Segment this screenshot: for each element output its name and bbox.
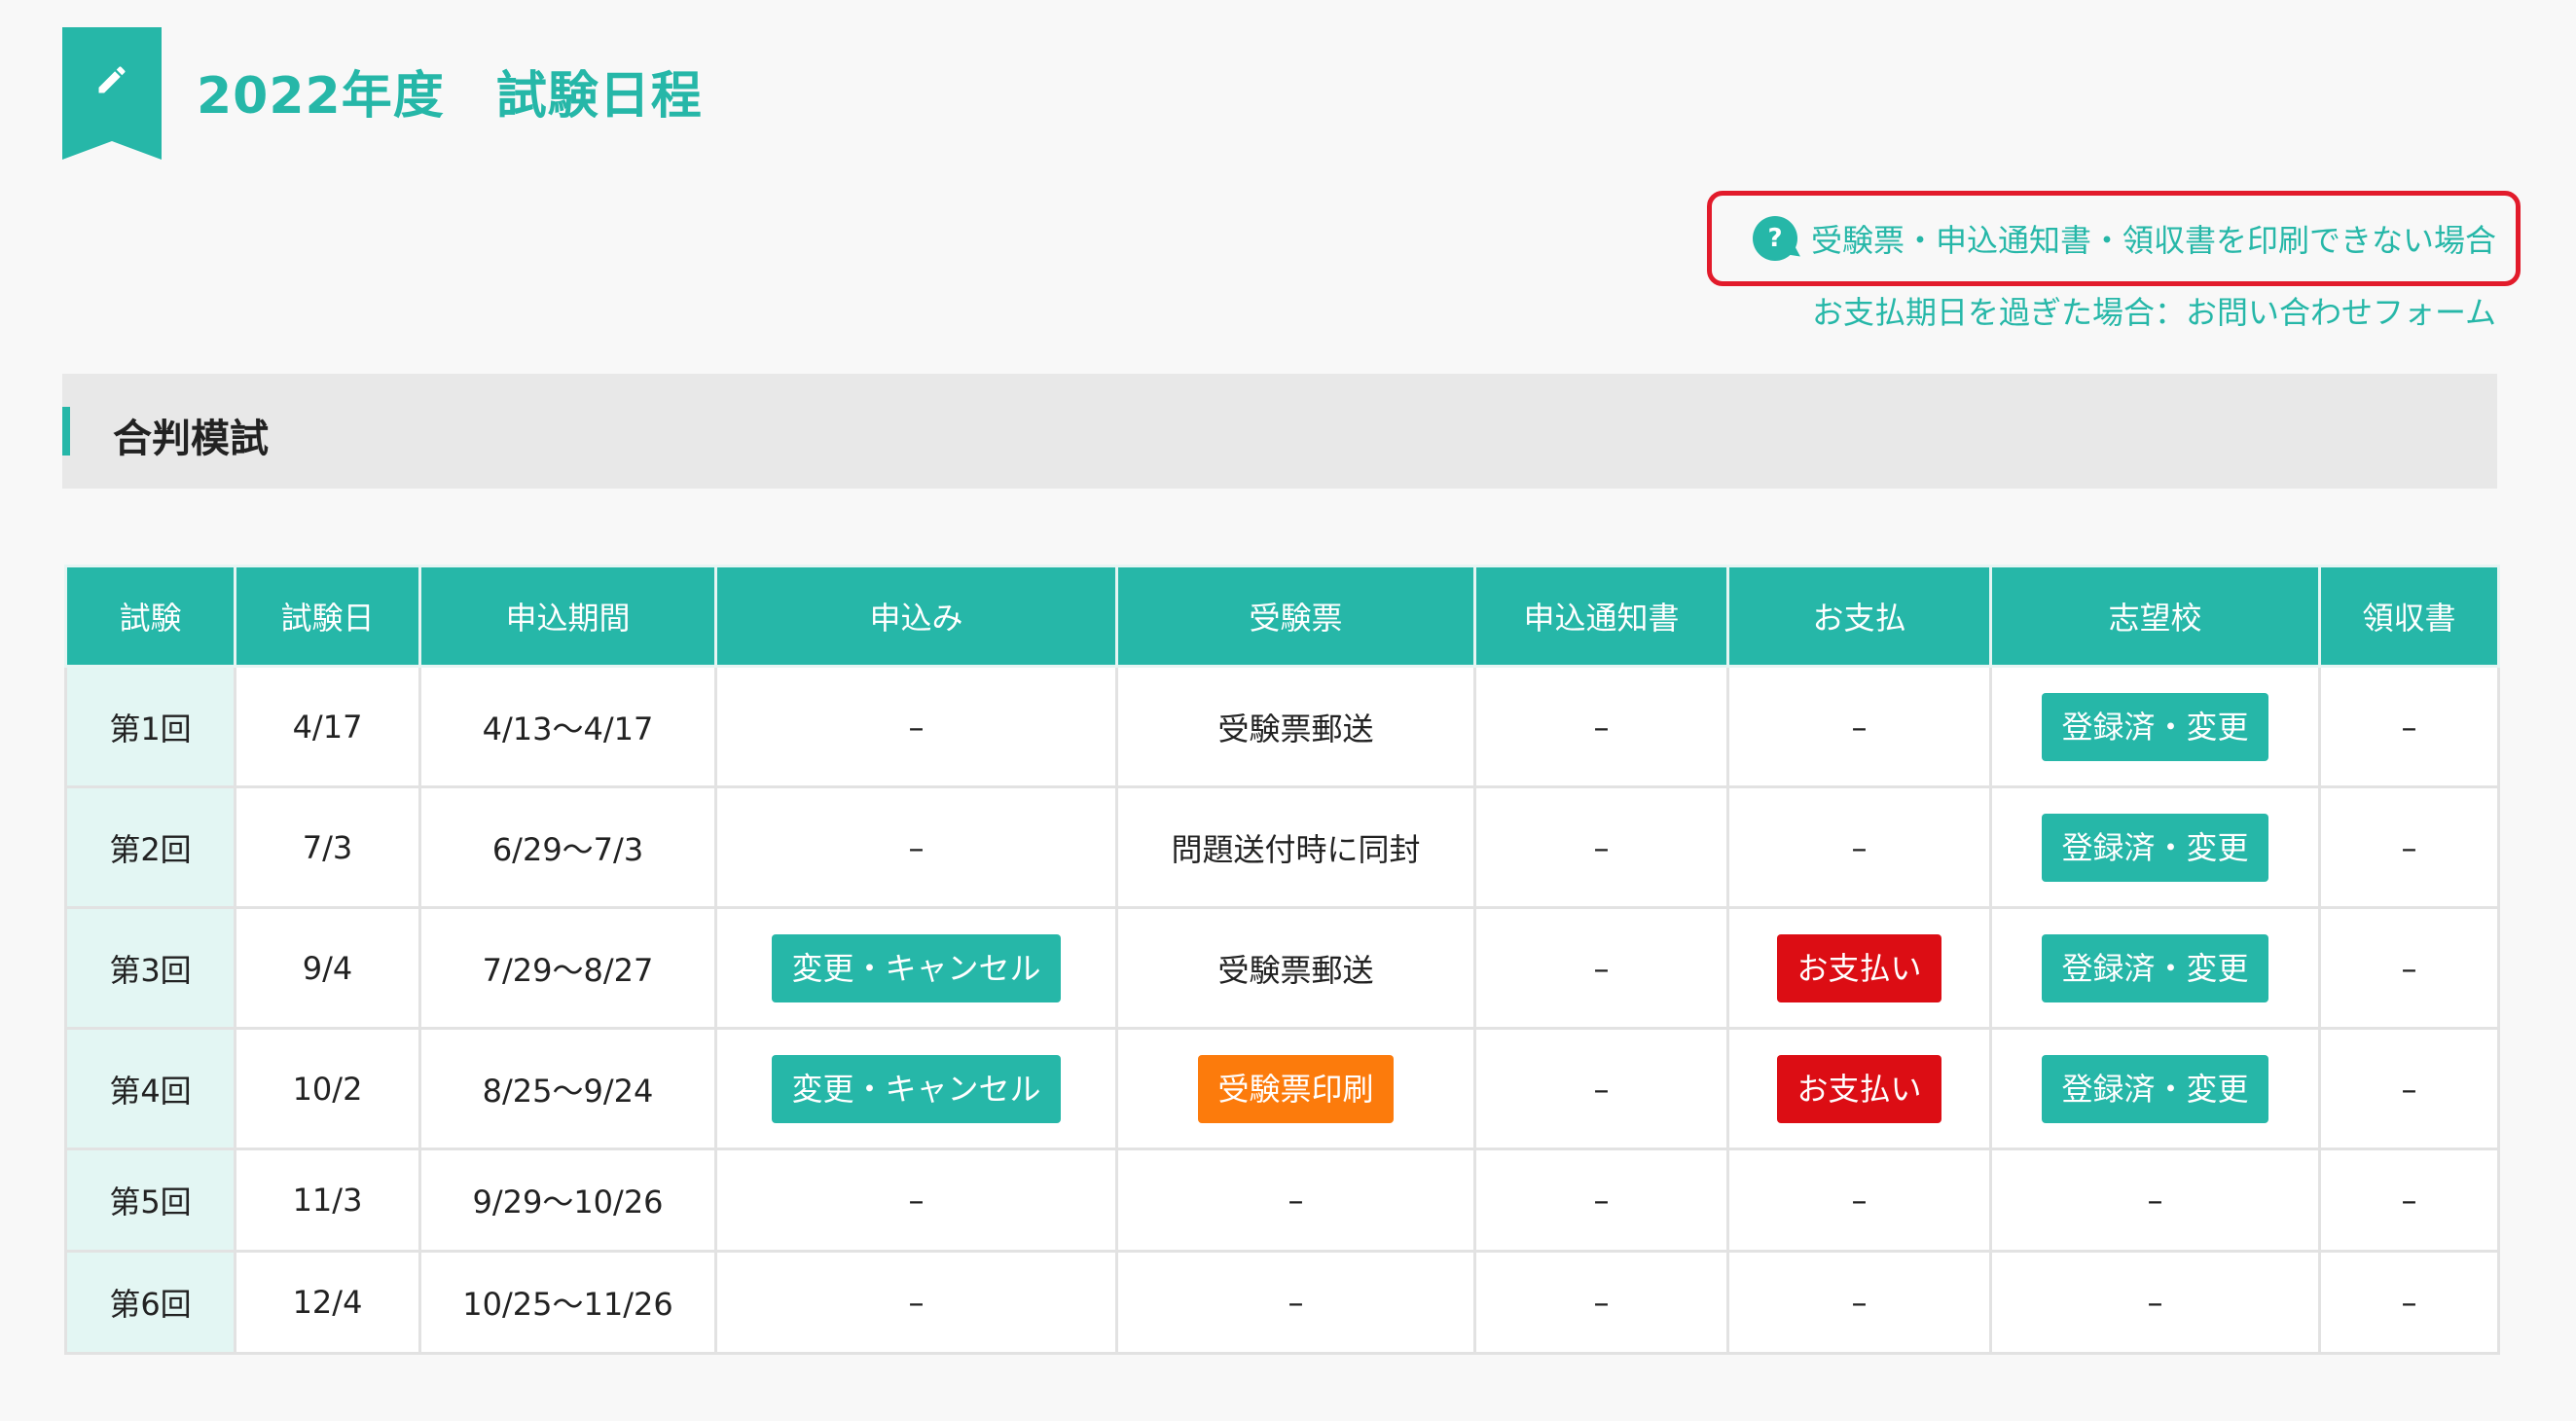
apply-period-cell: 4/13〜4/17 [418, 665, 717, 788]
exam-ticket-cell: – [1115, 1250, 1476, 1355]
exam-schedule-table: 試験 試験日 申込期間 申込み 受験票 申込通知書 お支払 志望校 領収書 第1… [64, 565, 2500, 1355]
exam-date-cell: 4/17 [234, 665, 421, 788]
print-help-label: 受験票・申込通知書・領収書を印刷できない場合 [1810, 222, 2496, 259]
school-registered-change-button[interactable]: 登録済・変更 [2042, 1054, 2268, 1123]
payment-cell: – [1726, 665, 1992, 788]
apply-period-cell: 10/25〜11/26 [418, 1250, 717, 1355]
table-row: 第5回 11/3 9/29〜10/26– – – – – – [64, 1148, 2500, 1253]
school-registered-change-button[interactable]: 登録済・変更 [2042, 933, 2268, 1002]
print-help-link[interactable]: ? 受験票・申込通知書・領収書を印刷できない場合 [1752, 216, 2496, 261]
notice-cell: – [1473, 1027, 1729, 1150]
application-cell: – [714, 1148, 1118, 1253]
receipt-cell: – [2318, 665, 2500, 788]
exam-ticket-cell: 問題送付時に同封 [1115, 785, 1476, 909]
exam-date-cell: 11/3 [234, 1148, 421, 1253]
target-school-cell: 登録済・変更 [1989, 1027, 2321, 1150]
table-row: 第6回 12/4 10/25〜11/26– – – – – – [64, 1250, 2500, 1355]
header-apply-period: 申込期間 [418, 565, 717, 668]
exam-ticket-cell: 受験票郵送 [1115, 665, 1476, 788]
question-icon: ? [1752, 216, 1797, 261]
round-cell: 第4回 [64, 1027, 236, 1150]
exam-date-cell: 10/2 [234, 1027, 421, 1150]
notice-cell: – [1473, 1250, 1729, 1355]
school-registered-change-button[interactable]: 登録済・変更 [2042, 692, 2268, 761]
payment-inquiry-link[interactable]: お支払期日を過ぎた場合：お問い合わせフォーム [1812, 288, 2496, 333]
exam-date-cell: 7/3 [234, 785, 421, 909]
pay-button[interactable]: お支払い [1777, 933, 1941, 1002]
header-payment: お支払 [1726, 565, 1992, 668]
header-exam-date: 試験日 [234, 565, 421, 668]
application-cell: 変更・キャンセル [714, 906, 1118, 1030]
notice-cell: – [1473, 1148, 1729, 1253]
receipt-cell: – [2318, 1250, 2500, 1355]
exam-ticket-cell: 受験票印刷 [1115, 1027, 1476, 1150]
payment-cell: – [1726, 1250, 1992, 1355]
target-school-cell: 登録済・変更 [1989, 785, 2321, 909]
header-application: 申込み [714, 565, 1118, 668]
print-ticket-button[interactable]: 受験票印刷 [1198, 1054, 1394, 1123]
table-row: 第2回 7/3 6/29〜7/3– 問題送付時に同封 – – 登録済・変更 – [64, 785, 2500, 909]
receipt-cell: – [2318, 785, 2500, 909]
page: 2022年度 試験日程 ? 受験票・申込通知書・領収書を印刷できない場合 お支払… [0, 0, 2576, 1421]
receipt-cell: – [2318, 1027, 2500, 1150]
apply-period-cell: 8/25〜9/24 [418, 1027, 717, 1150]
apply-period-cell: 6/29〜7/3 [418, 785, 717, 909]
exam-ticket-cell: – [1115, 1148, 1476, 1253]
apply-period-cell: 9/29〜10/26 [418, 1148, 717, 1253]
notice-cell: – [1473, 906, 1729, 1030]
application-cell: – [714, 665, 1118, 788]
section-header: 合判模試 [62, 374, 2497, 489]
payment-cell: – [1726, 1148, 1992, 1253]
notice-cell: – [1473, 665, 1729, 788]
target-school-cell: 登録済・変更 [1989, 906, 2321, 1030]
target-school-cell: 登録済・変更 [1989, 665, 2321, 788]
notice-cell: – [1473, 785, 1729, 909]
header-notice: 申込通知書 [1473, 565, 1729, 668]
section-title: 合判模試 [113, 417, 269, 461]
round-cell: 第1回 [64, 665, 236, 788]
pay-button[interactable]: お支払い [1777, 1054, 1941, 1123]
target-school-cell: – [1989, 1250, 2321, 1355]
payment-cell: お支払い [1726, 906, 1992, 1030]
school-registered-change-button[interactable]: 登録済・変更 [2042, 813, 2268, 882]
bookmark-badge [62, 27, 162, 160]
round-cell: 第6回 [64, 1250, 236, 1355]
receipt-cell: – [2318, 1148, 2500, 1253]
round-cell: 第5回 [64, 1148, 236, 1253]
change-cancel-button[interactable]: 変更・キャンセル [772, 1054, 1061, 1123]
page-title: 2022年度 試験日程 [197, 67, 703, 126]
table-row: 第3回 9/4 7/29〜8/27 変更・キャンセル 受験票郵送 – お支払い 登録済・変更 – [64, 906, 2500, 1030]
header-target-school: 志望校 [1989, 565, 2321, 668]
application-cell: 変更・キャンセル [714, 1027, 1118, 1150]
header-exam-ticket: 受験票 [1115, 565, 1476, 668]
header-round: 試験 [64, 565, 236, 668]
exam-date-cell: 12/4 [234, 1250, 421, 1355]
payment-cell: お支払い [1726, 1027, 1992, 1150]
apply-period-cell: 7/29〜8/27 [418, 906, 717, 1030]
pencil-icon [98, 66, 126, 93]
target-school-cell: – [1989, 1148, 2321, 1253]
application-cell: – [714, 1250, 1118, 1355]
table-row: 第4回 10/2 8/25〜9/24 変更・キャンセル 受験票印刷 – お支払い 登録済・変更… [64, 1027, 2500, 1150]
table-header-row: 試験 試験日 申込期間 申込み 受験票 申込通知書 お支払 志望校 領収書 [64, 565, 2500, 668]
exam-date-cell: 9/4 [234, 906, 421, 1030]
payment-cell: – [1726, 785, 1992, 909]
round-cell: 第3回 [64, 906, 236, 1030]
table-row: 第1回 4/17 4/13〜4/17– 受験票郵送 – – 登録済・変更 – [64, 665, 2500, 788]
round-cell: 第2回 [64, 785, 236, 909]
change-cancel-button[interactable]: 変更・キャンセル [772, 933, 1061, 1002]
exam-ticket-cell: 受験票郵送 [1115, 906, 1476, 1030]
header-receipt: 領収書 [2318, 565, 2500, 668]
application-cell: – [714, 785, 1118, 909]
receipt-cell: – [2318, 906, 2500, 1030]
